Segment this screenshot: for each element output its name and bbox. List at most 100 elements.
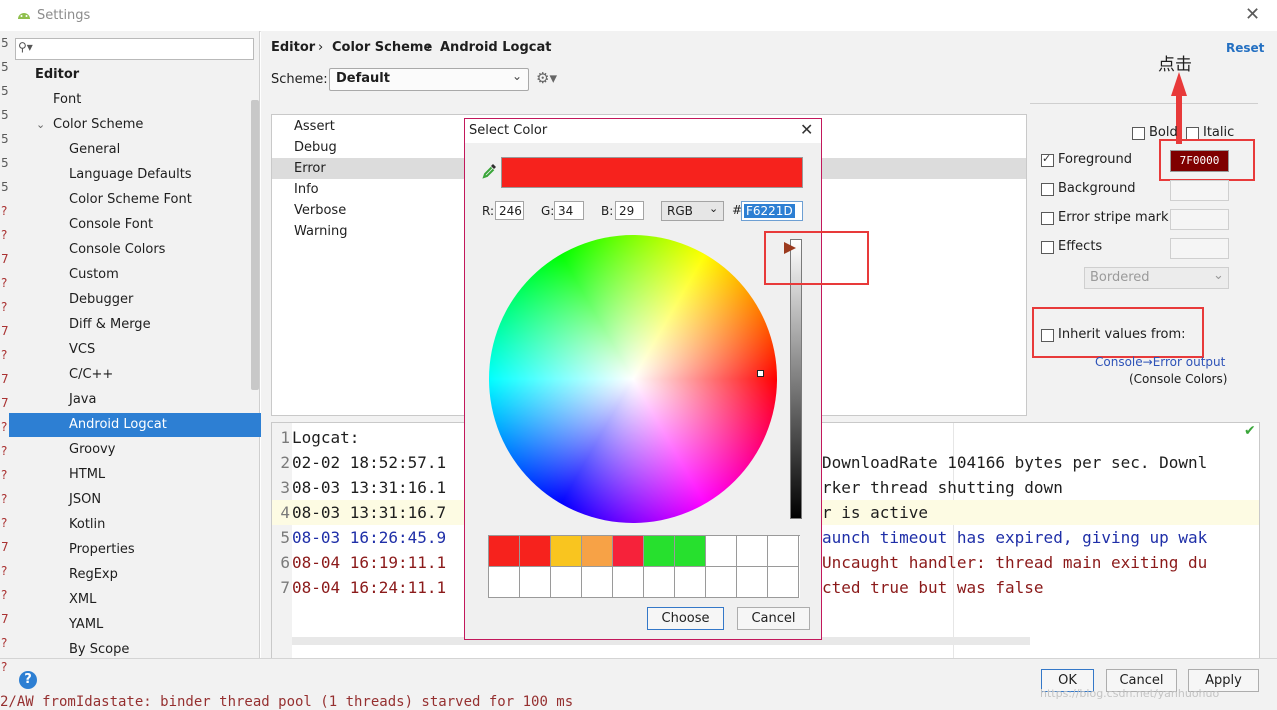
r-input[interactable]: 246 [495,201,524,220]
dialog-cancel-button[interactable]: Cancel [737,607,810,630]
background-digit: ? [1,468,8,482]
b-input[interactable]: 29 [615,201,644,220]
breadcrumb-android-logcat[interactable]: Android Logcat [440,40,551,55]
recent-color-swatch[interactable] [613,567,644,598]
chevron-down-icon: ⌄ [1213,268,1224,283]
foreground-checkbox[interactable] [1041,152,1054,167]
color-wheel-marker[interactable] [757,370,764,377]
log-line-text: Logcat: [292,428,360,447]
tree-item[interactable]: Language Defaults [9,163,261,187]
color-mode-select[interactable]: RGB ⌄ [661,201,724,221]
tree-item[interactable]: C/C++ [9,363,261,387]
tree-item[interactable]: Android Logcat [9,413,261,437]
background-digit: ? [1,204,8,218]
g-input[interactable]: 34 [554,201,584,220]
tree-item[interactable]: ⌄ Color Scheme [9,113,261,137]
recent-color-swatch[interactable] [768,567,799,598]
breadcrumb-color-scheme[interactable]: Color Scheme [332,40,432,55]
tree-scrollbar[interactable] [251,100,259,390]
tree-item[interactable]: JSON [9,488,261,512]
recent-color-swatch[interactable] [675,536,706,567]
recent-color-swatch[interactable] [551,567,582,598]
tree-item[interactable]: RegExp [9,563,261,587]
tree-item[interactable]: Properties [9,538,261,562]
dialog-close-icon[interactable]: ✕ [800,120,813,139]
tree-item[interactable]: Font [9,88,261,112]
scheme-select[interactable]: Default ⌄ [329,68,529,91]
attribute-item-label: Error [294,161,326,176]
gear-icon[interactable]: ⚙▾ [536,69,557,87]
recent-color-swatch[interactable] [582,536,613,567]
title-bar: Settings ✕ [0,0,1277,32]
chevron-down-icon[interactable]: ⌄ [36,113,45,137]
recent-color-swatch[interactable] [675,567,706,598]
tree-item-label: Editor [35,67,80,82]
recent-color-swatch[interactable] [706,536,737,567]
recent-color-swatch[interactable] [520,567,551,598]
chevron-down-icon: ⌄ [709,202,719,215]
recent-color-swatch[interactable] [737,536,768,567]
tree-item[interactable]: VCS [9,338,261,362]
tree-item[interactable]: Kotlin [9,513,261,537]
scheme-value: Default [336,71,390,86]
background-digit: ? [1,444,8,458]
tree-item[interactable]: HTML [9,463,261,487]
current-color-preview [501,157,803,188]
bold-checkbox[interactable] [1132,127,1145,140]
attribute-item-label: Assert [294,119,335,134]
recent-color-swatch[interactable] [489,536,520,567]
tree-item[interactable]: Console Font [9,213,261,237]
window-close-icon[interactable]: ✕ [1245,4,1260,25]
color-wheel[interactable] [489,235,777,523]
recent-color-swatch[interactable] [613,536,644,567]
tree-item-label: Console Colors [69,242,166,257]
recent-color-swatch[interactable] [520,536,551,567]
eyedropper-icon[interactable] [482,162,498,180]
recent-color-swatch[interactable] [644,536,675,567]
effects-checkbox[interactable] [1041,241,1054,254]
color-mode-value: RGB [667,204,693,218]
select-color-dialog: Select Color ✕ R: 246 G: 34 B: 29 RGB ⌄ … [464,118,869,640]
reset-link[interactable]: Reset [1226,41,1264,55]
tree-item[interactable]: Editor [9,63,261,87]
help-icon[interactable]: ? [19,671,37,689]
recent-color-swatch[interactable] [582,567,613,598]
tree-item[interactable]: YAML [9,613,261,637]
tree-item-label: General [69,142,121,157]
tree-item[interactable]: Groovy [9,438,261,462]
choose-button[interactable]: Choose [647,607,724,630]
tree-item[interactable]: Custom [9,263,261,287]
line-number: 5 [280,528,290,547]
effects-type-select[interactable]: Bordered ⌄ [1084,267,1229,289]
recent-color-swatch[interactable] [489,567,520,598]
attribute-item-label: Info [294,182,319,197]
effects-color-swatch[interactable] [1170,238,1229,259]
recent-color-swatch[interactable] [737,567,768,598]
foreground-label: Foreground [1058,152,1133,167]
background-digit: ? [1,588,8,602]
breadcrumb-editor[interactable]: Editor [271,40,315,55]
tree-item[interactable]: Java [9,388,261,412]
recent-color-swatch[interactable] [644,567,675,598]
error-stripe-checkbox[interactable] [1041,212,1054,225]
tree-item[interactable]: General [9,138,261,162]
tree-item[interactable]: Diff & Merge [9,313,261,337]
tree-item-label: Color Scheme [53,117,144,132]
tree-item[interactable]: Color Scheme Font [9,188,261,212]
background-color-swatch[interactable] [1170,180,1229,201]
background-checkbox[interactable] [1041,183,1054,196]
tree-item[interactable]: XML [9,588,261,612]
tree-item-label: XML [69,592,97,607]
tree-item[interactable]: Debugger [9,288,261,312]
inherit-source-link[interactable]: Console→Error output [1095,355,1225,369]
recent-color-swatch[interactable] [551,536,582,567]
error-stripe-color-swatch[interactable] [1170,209,1229,230]
recent-color-swatch[interactable] [706,567,737,598]
background-digit: ? [1,660,8,674]
line-number: 1 [280,428,290,447]
search-input[interactable]: ⚲▾ [15,38,254,60]
recent-color-swatch[interactable] [768,536,799,567]
hex-input[interactable]: F6221D [741,201,803,221]
tree-item[interactable]: Console Colors [9,238,261,262]
background-digit: 7 [1,372,9,386]
